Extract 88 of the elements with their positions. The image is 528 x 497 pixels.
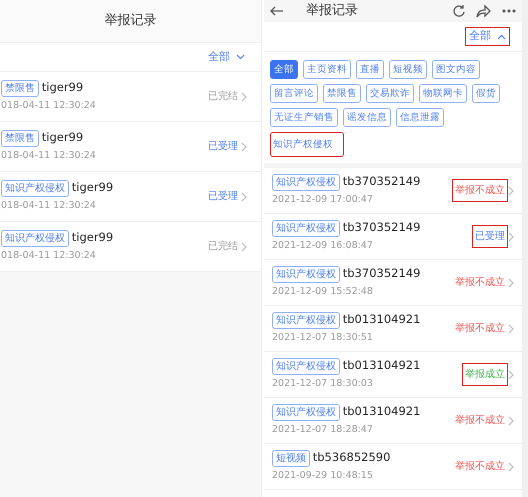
user-name: tb370352149: [342, 265, 420, 282]
chevron-icon: [508, 324, 514, 334]
record-time: 2021-12-09 17:00:47: [272, 193, 374, 208]
record-time: 2021-12-09 15:52:48: [272, 285, 374, 300]
record-row[interactable]: 禁限售 tiger99 018-04-11 12:30:24 已受理: [0, 122, 261, 172]
user-name: tb536852590: [312, 449, 390, 466]
category-tag: 禁限售: [1, 80, 39, 96]
record-row[interactable]: 知识产权侵权 tb370352149 2021-12-09 16:08:47 已受理: [264, 214, 522, 260]
user-name: tb013104921: [342, 403, 420, 420]
category-chip[interactable]: 信息泄露: [396, 108, 444, 127]
record-time: 018-04-11 12:30:24: [1, 199, 97, 214]
status-label: 举报不成立: [454, 322, 506, 336]
user-name: tb013104921: [342, 357, 420, 374]
category-tag: 知识产权侵权: [272, 312, 340, 328]
category-tag: 短视频: [272, 450, 310, 466]
record-row[interactable]: 知识产权侵权 tb013104921 2021-12-07 18:30:03 举报成立: [264, 352, 522, 398]
chevron-icon: [508, 186, 514, 196]
category-tag: 禁限售: [1, 130, 39, 146]
filter-toggle[interactable]: 全部: [465, 27, 510, 46]
chevron-icon: [508, 232, 514, 242]
category-tag: 知识产权侵权: [1, 230, 69, 246]
status-label: 举报不成立: [452, 179, 508, 202]
status-label: 举报不成立: [454, 276, 506, 290]
record-row[interactable]: 知识产权侵权 tb370352149 2021-12-09 17:00:47 举报不成立: [264, 168, 522, 214]
record-time: 018-04-11 12:30:24: [1, 99, 97, 114]
category-tag: 知识产权侵权: [272, 358, 340, 374]
category-chip[interactable]: 短视频: [389, 60, 427, 79]
page-title: 举报记录: [306, 2, 359, 20]
user-name: tiger99: [72, 229, 114, 246]
category-chip[interactable]: 无证生产销售: [270, 108, 338, 127]
category-tag: 知识产权侵权: [272, 404, 340, 420]
record-time: 018-04-11 12:30:24: [1, 249, 97, 264]
category-chip[interactable]: 留言评论: [270, 84, 318, 103]
category-chip[interactable]: 知识产权侵权: [270, 132, 344, 157]
record-row[interactable]: 禁限售 tiger99 018-04-11 12:30:24 已完结: [0, 72, 261, 122]
status-label: 已受理: [207, 140, 239, 154]
user-name: tb370352149: [342, 219, 420, 236]
record-row[interactable]: 知识产权侵权 tiger99 018-04-11 12:30:24 已完结: [0, 222, 261, 272]
category-tag: 知识产权侵权: [272, 266, 340, 282]
chevron-icon: [508, 278, 514, 288]
category-chip[interactable]: 谣发信息: [343, 108, 391, 127]
user-name: tb370352149: [342, 173, 420, 190]
chevron-icon: [241, 142, 247, 152]
record-row[interactable]: 知识产权侵权 tb013104921 2021-12-07 18:28:47 举报不成立: [264, 398, 522, 444]
record-row[interactable]: 知识产权侵权 tb013104921 2021-12-07 18:30:51 举报不成立: [264, 306, 522, 352]
filter-toggle[interactable]: 全部: [204, 48, 249, 66]
user-name: tiger99: [42, 79, 84, 96]
user-name: tiger99: [72, 179, 114, 196]
record-time: 2021-12-07 18:30:03: [272, 377, 374, 392]
caret-up-icon: [497, 34, 506, 40]
user-name: tiger99: [42, 129, 84, 146]
chevron-icon: [508, 462, 514, 472]
status-label: 举报不成立: [454, 460, 506, 474]
status-label: 举报成立: [462, 363, 508, 386]
status-label: 已完结: [207, 240, 239, 254]
category-tag: 知识产权侵权: [272, 220, 340, 236]
user-name: tb013104921: [342, 311, 420, 328]
category-chip[interactable]: 物联网卡: [419, 84, 467, 103]
chevron-icon: [241, 92, 247, 102]
status-label: 已受理: [472, 225, 508, 248]
more-icon[interactable]: [502, 9, 516, 13]
category-tag: 知识产权侵权: [1, 180, 69, 196]
record-time: 2021-09-29 10:48:15: [272, 469, 374, 484]
record-time: 2021-12-07 18:30:51: [272, 331, 374, 346]
category-chip[interactable]: 禁限售: [323, 84, 361, 103]
category-chip[interactable]: 图文内容: [432, 60, 480, 79]
status-label: 已受理: [207, 190, 239, 204]
status-label: 举报不成立: [454, 414, 506, 428]
category-tag: 知识产权侵权: [272, 174, 340, 190]
share-icon[interactable]: [476, 4, 492, 18]
record-time: 2021-12-09 16:08:47: [272, 239, 374, 254]
category-chip[interactable]: 直播: [356, 60, 384, 79]
category-chip[interactable]: 交易欺诈: [366, 84, 414, 103]
record-row[interactable]: 知识产权侵权 tb370352149 2021-12-09 15:52:48 举报不成立: [264, 260, 522, 306]
refresh-icon[interactable]: [452, 4, 466, 18]
chevron-icon: [508, 416, 514, 426]
back-icon[interactable]: [270, 6, 284, 16]
category-chip[interactable]: 假货: [472, 84, 500, 103]
category-chip[interactable]: 主页资料: [303, 60, 351, 79]
record-time: 2021-12-07 18:28:47: [272, 423, 374, 438]
caret-down-icon: [236, 54, 245, 60]
category-chip[interactable]: 全部: [270, 60, 298, 79]
record-time: 018-04-11 12:30:24: [1, 149, 97, 164]
chevron-icon: [241, 242, 247, 252]
record-row[interactable]: 知识产权侵权 tiger99 018-04-11 12:30:24 已受理: [0, 172, 261, 222]
status-label: 已完结: [207, 90, 239, 104]
chevron-icon: [241, 192, 247, 202]
chevron-icon: [508, 370, 514, 380]
